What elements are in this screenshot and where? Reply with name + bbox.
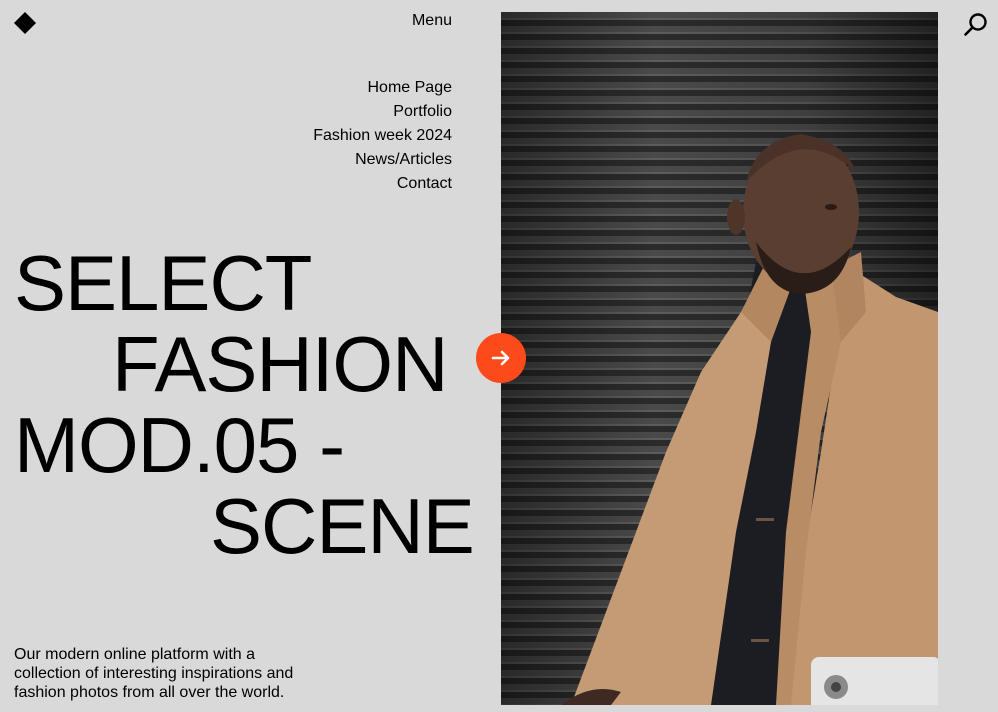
headline-line-3: MOD.05 -	[14, 401, 345, 489]
arrow-right-icon	[491, 350, 510, 366]
nav-link-contact[interactable]: Contact	[250, 172, 452, 196]
hero-fashion-photo	[501, 12, 938, 705]
menu-button[interactable]: Menu	[380, 12, 452, 30]
headline-line-2: FASHION	[112, 320, 448, 408]
main-nav: Home Page Portfolio Fashion week 2024 Ne…	[250, 76, 452, 196]
headline-line-1: SELECT	[14, 239, 312, 327]
nav-link-portfolio[interactable]: Portfolio	[250, 100, 452, 124]
next-arrow-button[interactable]	[476, 333, 526, 383]
diamond-logo-icon[interactable]	[13, 11, 37, 35]
search-icon[interactable]	[962, 11, 990, 39]
nav-link-fashion-week-2024[interactable]: Fashion week 2024	[250, 124, 452, 148]
nav-link-news-articles[interactable]: News/Articles	[250, 148, 452, 172]
nav-link-home-page[interactable]: Home Page	[250, 76, 453, 100]
headline-line-4: SCENE	[210, 482, 475, 570]
hero-headline: SELECT FASHION MOD.05 - SCENE	[14, 239, 475, 570]
hero-description: Our modern online platform with a collec…	[14, 646, 294, 701]
